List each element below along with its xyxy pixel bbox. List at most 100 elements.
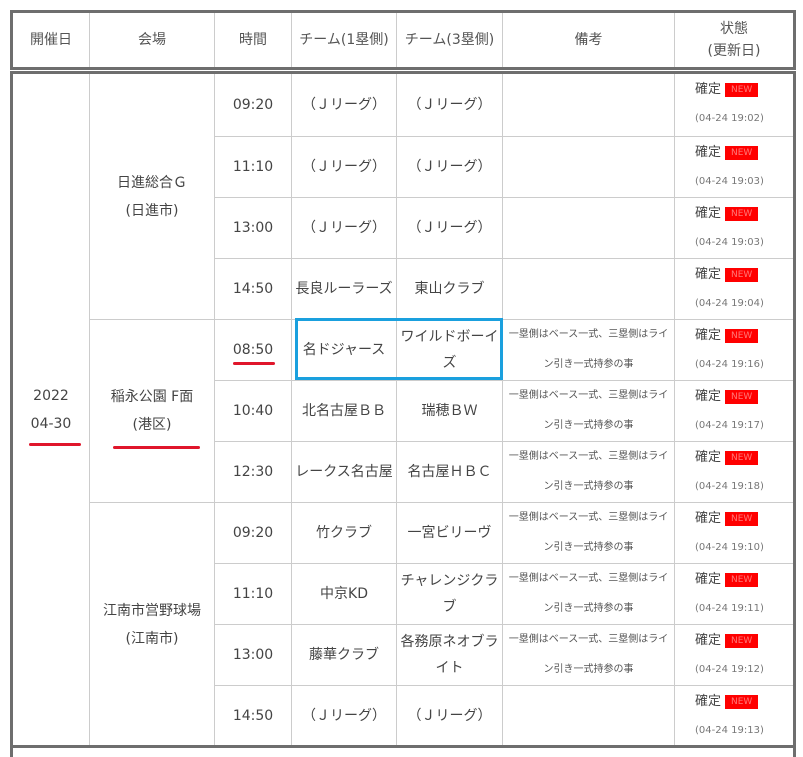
status-updated: (04-24 19:03) — [695, 176, 764, 187]
team3-cell: （Ｊリーグ） — [397, 686, 503, 747]
venue-name: 日進総合Ｇ — [117, 174, 187, 191]
note-line1: 一塁側はベース一式、三塁側はライ — [508, 512, 669, 523]
team3-cell: 瑞穂ＢＷ — [397, 381, 503, 442]
status-label: 確定 — [695, 206, 722, 221]
status-cell: 確定 NEW (04-24 19:03) — [675, 198, 793, 259]
status-label: 確定 — [695, 389, 722, 404]
team3-cell: 名古屋ＨＢＣ — [397, 442, 503, 503]
note-line2: ン引き一式持参の事 — [543, 664, 634, 675]
status-cell: 確定 NEW (04-24 19:10) — [675, 503, 793, 564]
status-updated: (04-24 19:10) — [695, 542, 764, 553]
status-row: 確定 NEW — [695, 204, 759, 224]
status-label: 確定 — [695, 572, 722, 587]
venue-cell: 稲永公園 F面 (港区) — [90, 320, 215, 503]
team3-cell: （Ｊリーグ） — [397, 74, 503, 137]
team3-name-line1: 各務原ネオブラ — [400, 634, 499, 650]
new-badge: NEW — [725, 268, 759, 282]
status-updated: (04-24 19:13) — [695, 725, 764, 736]
team1-cell: 長良ルーラーズ — [292, 259, 397, 320]
table-bottom-border — [10, 745, 796, 748]
header-team1: チーム(1塁側) — [292, 13, 397, 67]
status-cell: 確定 NEW (04-24 19:11) — [675, 564, 793, 625]
venue-name: 稲永公園 F面 — [110, 389, 194, 405]
status-label: 確定 — [695, 633, 722, 648]
time-cell: 11:10 — [215, 564, 292, 625]
note-cell — [503, 259, 675, 320]
note-cell — [503, 686, 675, 747]
team1-cell: （Ｊリーグ） — [292, 74, 397, 137]
status-cell: 確定 NEW (04-24 19:16) — [675, 320, 793, 381]
note-cell: 一塁側はベース一式、三塁側はライ ン引き一式持参の事 — [503, 564, 675, 625]
status-row: 確定 NEW — [695, 387, 759, 407]
header-venue: 会場 — [90, 13, 215, 67]
annotation-underline-venue — [113, 446, 200, 449]
new-badge: NEW — [725, 512, 759, 526]
header-status-updated: (更新日) — [707, 43, 761, 59]
status-updated: (04-24 19:02) — [695, 113, 764, 124]
note-cell: 一塁側はベース一式、三塁側はライ ン引き一式持参の事 — [503, 442, 675, 503]
team3-cell: 各務原ネオブラ イト — [397, 625, 503, 686]
note-line1: 一塁側はベース一式、三塁側はライ — [508, 451, 669, 462]
header-status-label: 状態 — [720, 21, 748, 37]
time-cell: 13:00 — [215, 625, 292, 686]
team3-cell: （Ｊリーグ） — [397, 137, 503, 198]
note-cell — [503, 198, 675, 259]
status-updated: (04-24 19:04) — [695, 298, 764, 309]
team3-cell: チャレンジクラブ — [397, 564, 503, 625]
status-label: 確定 — [695, 145, 722, 160]
team3-cell: （Ｊリーグ） — [397, 198, 503, 259]
header-date: 開催日 — [13, 13, 90, 67]
note-line2: ン引き一式持参の事 — [543, 542, 634, 553]
team3-name-line1: チャレンジクラ — [400, 573, 499, 589]
note-line2: ン引き一式持参の事 — [543, 359, 634, 370]
note-line1: 一塁側はベース一式、三塁側はライ — [508, 634, 669, 645]
team1-cell: （Ｊリーグ） — [292, 137, 397, 198]
note-cell: 一塁側はベース一式、三塁側はライ ン引き一式持参の事 — [503, 625, 675, 686]
annotation-highlight-box — [295, 318, 503, 380]
date-day: 04-30 — [30, 416, 72, 432]
status-label: 確定 — [695, 267, 722, 282]
status-cell: 確定 NEW (04-24 19:12) — [675, 625, 793, 686]
time-cell: 13:00 — [215, 198, 292, 259]
time-cell: 14:50 — [215, 259, 292, 320]
team1-cell: （Ｊリーグ） — [292, 686, 397, 747]
status-label: 確定 — [695, 450, 722, 465]
note-line2: ン引き一式持参の事 — [543, 603, 634, 614]
status-label: 確定 — [695, 511, 722, 526]
status-row: 確定 NEW — [695, 326, 759, 346]
note-line1: 一塁側はベース一式、三塁側はライ — [508, 390, 669, 401]
status-updated: (04-24 19:03) — [695, 237, 764, 248]
note-cell: 一塁側はベース一式、三塁側はライ ン引き一式持参の事 — [503, 320, 675, 381]
status-row: 確定 NEW — [695, 631, 759, 651]
team1-cell: 藤華クラブ — [292, 625, 397, 686]
note-line1: 一塁側はベース一式、三塁側はライ — [508, 329, 669, 340]
new-badge: NEW — [725, 207, 759, 221]
header-note: 備考 — [503, 13, 675, 67]
status-label: 確定 — [695, 82, 722, 97]
status-cell: 確定 NEW (04-24 19:17) — [675, 381, 793, 442]
status-row: 確定 NEW — [695, 80, 759, 100]
new-badge: NEW — [725, 146, 759, 160]
new-badge: NEW — [725, 573, 759, 587]
annotation-underline-date — [29, 443, 81, 446]
status-cell: 確定 NEW (04-24 19:13) — [675, 686, 793, 747]
schedule-table: 開催日 会場 時間 チーム(1塁側) チーム(3塁側) 備考 状態 (更新日) … — [10, 10, 796, 757]
status-label: 確定 — [695, 328, 722, 343]
note-cell — [503, 74, 675, 137]
team1-cell: レークス名古屋 — [292, 442, 397, 503]
note-cell: 一塁側はベース一式、三塁側はライ ン引き一式持参の事 — [503, 503, 675, 564]
note-cell — [503, 137, 675, 198]
new-badge: NEW — [725, 451, 759, 465]
venue-city: (江南市) — [125, 630, 179, 647]
note-line1: 一塁側はベース一式、三塁側はライ — [508, 573, 669, 584]
new-badge: NEW — [725, 634, 759, 648]
venue-name: 江南市営野球場 — [103, 602, 201, 619]
status-label: 確定 — [695, 694, 722, 709]
status-updated: (04-24 19:16) — [695, 359, 764, 370]
new-badge: NEW — [725, 329, 759, 343]
header-status: 状態 (更新日) — [675, 13, 793, 67]
status-row: 確定 NEW — [695, 692, 759, 712]
status-cell: 確定 NEW (04-24 19:04) — [675, 259, 793, 320]
note-cell: 一塁側はベース一式、三塁側はライ ン引き一式持参の事 — [503, 381, 675, 442]
team3-cell: 一宮ビリーヴ — [397, 503, 503, 564]
